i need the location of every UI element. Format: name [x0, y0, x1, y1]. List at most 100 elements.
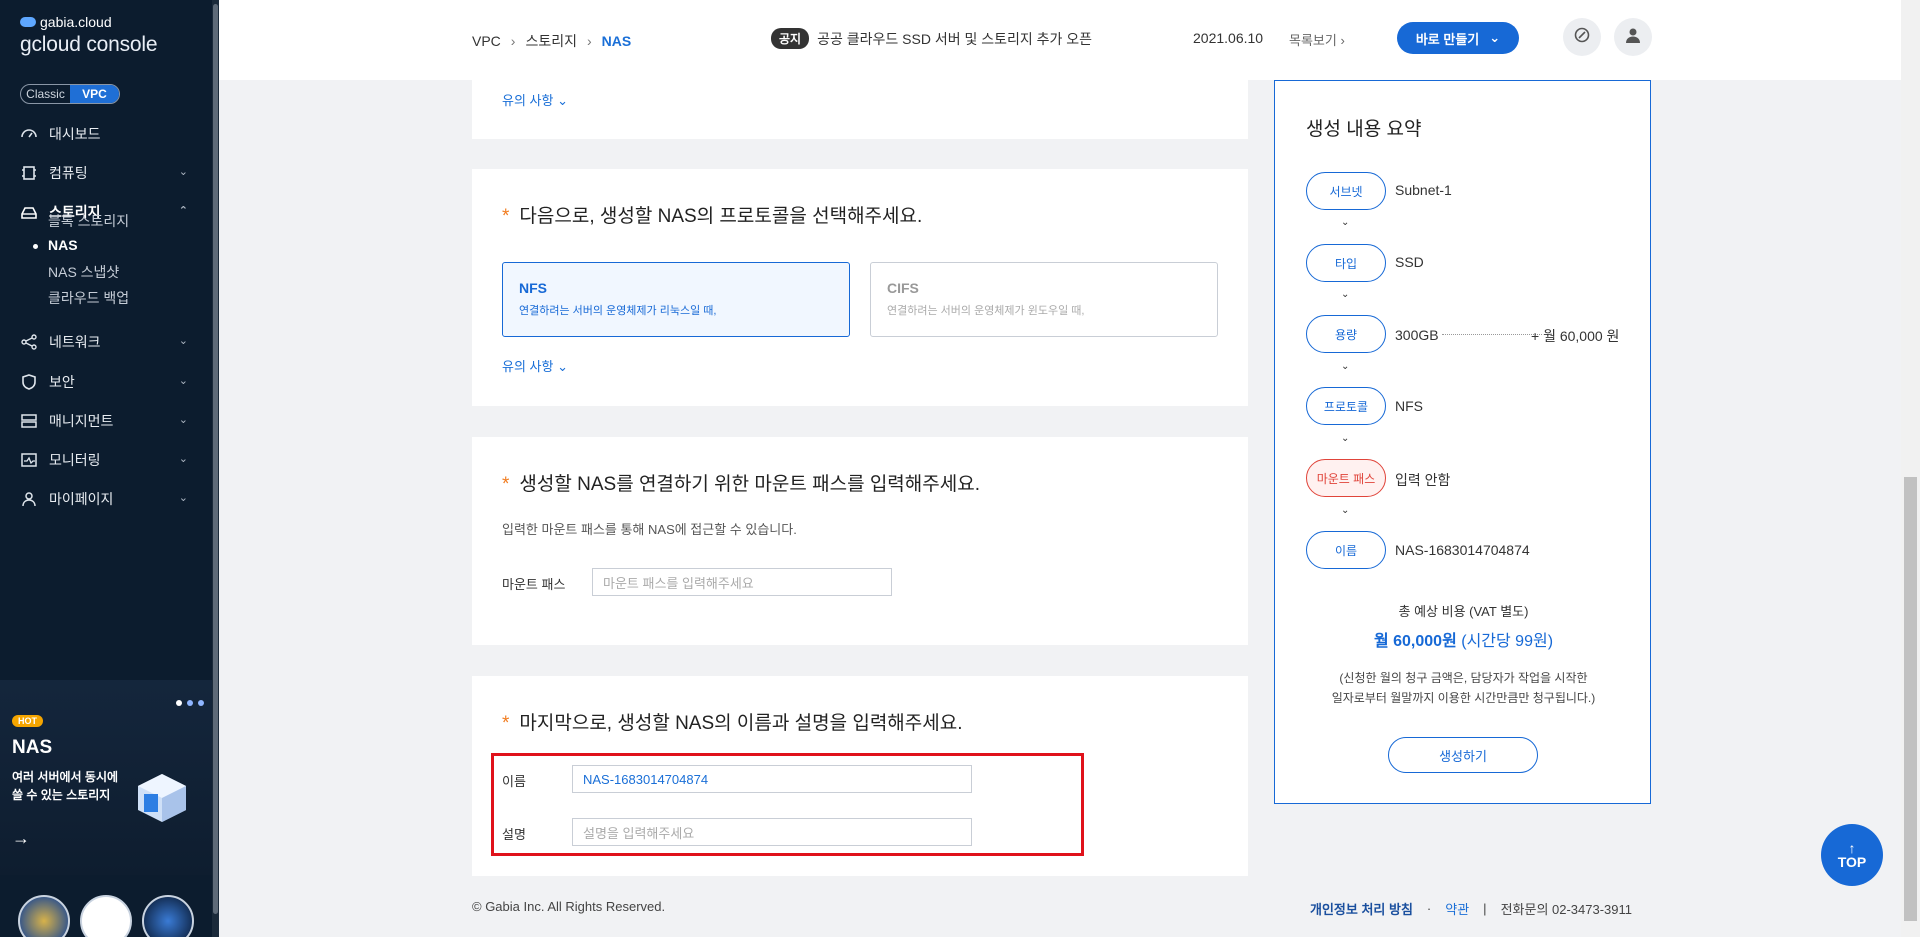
mount-desc: 입력한 마운트 패스를 통해 NAS에 접근할 수 있습니다. [502, 522, 797, 537]
mount-path-card: * 생성할 NAS를 연결하기 위한 마운트 패스를 입력해주세요. 입력한 마운… [472, 437, 1248, 645]
submenu-cloud-backup[interactable]: 클라우드 백업 [48, 288, 129, 308]
breadcrumb: VPC › 스토리지 › NAS [472, 31, 631, 51]
total-hourly: (시간당 99원) [1461, 633, 1554, 650]
previous-section-card: 유의 사항 ⌄ [472, 80, 1248, 139]
protocol-option-cifs[interactable]: CIFS 연결하려는 서버의 운영체제가 윈도우일 때, [870, 262, 1218, 337]
menu-network[interactable]: 네트워크 ⌄ [0, 326, 212, 358]
summary-step-mount-path[interactable]: 마운트 패스 [1306, 459, 1386, 497]
mount-path-label: 마운트 패스 [502, 577, 566, 592]
menu-dashboard[interactable]: 대시보드 [0, 118, 212, 150]
menu-management[interactable]: 매니지먼트 ⌄ [0, 405, 212, 437]
option-desc: 연결하려는 서버의 운영체제가 리눅스일 때, [519, 305, 717, 317]
summary-value-type: SSD [1395, 254, 1424, 270]
menu-label: 컴퓨팅 [49, 165, 88, 181]
chevron-down-icon: ⌄ [178, 453, 188, 465]
notice-tag: 공지 [771, 28, 810, 49]
page-scrollbar[interactable] [1901, 0, 1920, 937]
promo-desc: 여러 서버에서 동시에 쓸 수 있는 스토리지 [12, 770, 119, 802]
scroll-top-button[interactable]: ↑ TOP [1821, 824, 1883, 886]
notes-link[interactable]: 유의 사항 ⌄ [502, 356, 568, 375]
breadcrumb-vpc[interactable]: VPC [472, 33, 501, 49]
cpu-icon [20, 164, 38, 182]
user-icon [1624, 26, 1642, 49]
toggle-vpc[interactable]: VPC [70, 85, 119, 103]
notes-link-label: 유의 사항 [502, 93, 554, 108]
carousel-dots[interactable] [176, 700, 204, 706]
option-title: NFS [519, 280, 547, 296]
arrow-up-icon: ↑ [1848, 840, 1856, 856]
console-title: gcloud console [20, 33, 158, 56]
summary-step-capacity[interactable]: 용량 [1306, 315, 1386, 353]
dashboard-icon [20, 125, 38, 143]
option-title: CIFS [887, 280, 919, 296]
notes-link[interactable]: 유의 사항 ⌄ [502, 90, 568, 109]
summary-panel: 생성 내용 요약 서브넷 Subnet-1 ⌄ 타입 SSD ⌄ 용량 300G… [1274, 80, 1651, 804]
logo[interactable]: gabia.cloud gcloud console [20, 14, 158, 57]
protocol-heading: * 다음으로, 생성할 NAS의 프로토콜을 선택해주세요. [502, 201, 922, 228]
privacy-policy-link[interactable]: 개인정보 처리 방침 [1310, 899, 1413, 918]
chevron-down-icon: ⌄ [1341, 361, 1350, 372]
required-mark: * [502, 474, 510, 495]
toggle-classic[interactable]: Classic [21, 85, 70, 103]
billing-note-line: 일자로부터 월말까지 이용한 시간만큼만 청구됩니다.) [1331, 691, 1596, 705]
menu-label: 매니지먼트 [49, 413, 114, 429]
notice-date: 2021.06.10 [1193, 30, 1264, 46]
chevron-down-icon: ⌄ [1341, 433, 1350, 444]
hot-badge: HOT [12, 715, 43, 727]
summary-step-type[interactable]: 타입 [1306, 244, 1386, 282]
chat-icon [1573, 26, 1591, 49]
create-button[interactable]: 생성하기 [1388, 737, 1538, 773]
menu-security[interactable]: 보안 ⌄ [0, 366, 212, 398]
chevron-down-icon: ⌄ [178, 492, 188, 504]
menu-mypage[interactable]: 마이페이지 ⌄ [0, 483, 212, 515]
profile-button[interactable] [1614, 18, 1652, 56]
required-mark: * [502, 713, 510, 734]
notice-list-label: 목록보기 [1289, 33, 1337, 48]
chevron-down-icon: ⌄ [178, 375, 188, 387]
breadcrumb-separator-icon: › [510, 33, 516, 49]
top-label: TOP [1837, 854, 1867, 870]
mount-title: 생성할 NAS를 연결하기 위한 마운트 패스를 입력해주세요. [519, 474, 980, 495]
notice-text[interactable]: 공공 클라우드 SSD 서버 및 스토리지 추가 오픈 [817, 29, 1092, 49]
protocol-title: 다음으로, 생성할 NAS의 프로토콜을 선택해주세요. [519, 206, 923, 227]
menu-label: 모니터링 [49, 452, 101, 468]
total-cost-label: 총 예상 비용 (VAT 별도) [1398, 604, 1529, 619]
menu-computing[interactable]: 컴퓨팅 ⌄ [0, 157, 212, 189]
cloud-logo-icon [20, 17, 36, 27]
breadcrumb-storage[interactable]: 스토리지 [525, 31, 577, 51]
mount-heading: * 생성할 NAS를 연결하기 위한 마운트 패스를 입력해주세요. [502, 469, 980, 496]
terms-link[interactable]: 약관 [1445, 899, 1469, 918]
chevron-down-icon: ⌄ [178, 414, 188, 426]
summary-value-protocol: NFS [1395, 398, 1423, 414]
summary-step-subnet[interactable]: 서브넷 [1306, 172, 1386, 210]
footer-links: 개인정보 처리 방침 · 약관 | 전화문의 02-3473-3911 [1310, 899, 1632, 918]
highlight-box [491, 753, 1084, 856]
option-desc: 연결하려는 서버의 운영체제가 윈도우일 때, [887, 305, 1085, 317]
sidebar-scrollbar[interactable] [212, 0, 219, 937]
submenu-block-storage[interactable]: 블록 스토리지 [48, 211, 129, 231]
submenu-nas-snapshot[interactable]: NAS 스냅샷 [48, 262, 119, 282]
submenu-nas[interactable]: NAS [33, 237, 78, 253]
arrow-right-icon[interactable]: → [12, 828, 30, 849]
protocol-option-nfs[interactable]: NFS 연결하려는 서버의 운영체제가 리눅스일 때, [502, 262, 850, 337]
promo-banner[interactable]: HOT NAS 여러 서버에서 동시에 쓸 수 있는 스토리지 → [0, 680, 212, 875]
total-cost-value: 월 60,000원 (시간당 99원) [1275, 627, 1652, 651]
network-icon [20, 333, 38, 351]
total-monthly: 월 60,000원 [1373, 633, 1457, 650]
mount-path-input[interactable]: 마운트 패스를 입력해주세요 [592, 568, 892, 596]
name-heading: * 마지막으로, 생성할 NAS의 이름과 설명을 입력해주세요. [502, 708, 963, 735]
chat-button[interactable] [1563, 18, 1601, 56]
summary-step-name[interactable]: 이름 [1306, 531, 1386, 569]
billing-note: (신청한 월의 청구 금액은, 담당자가 작업을 시작한 일자로부터 월말까지 … [1275, 668, 1652, 708]
notice-banner[interactable]: 공지 공공 클라우드 SSD 서버 및 스토리지 추가 오픈 [771, 28, 1092, 49]
notice-list-link[interactable]: 목록보기 › [1289, 30, 1345, 49]
summary-step-protocol[interactable]: 프로토콜 [1306, 387, 1386, 425]
quick-create-button[interactable]: 바로 만들기 ⌄ [1397, 22, 1519, 54]
menu-monitoring[interactable]: 모니터링 ⌄ [0, 444, 212, 476]
summary-value-name: NAS-1683014704874 [1395, 542, 1530, 558]
required-mark: * [502, 206, 510, 227]
summary-title: 생성 내용 요약 [1306, 119, 1422, 140]
classic-vpc-toggle[interactable]: Classic VPC [20, 84, 120, 104]
contact-phone: 전화문의 02-3473-3911 [1500, 902, 1633, 917]
monitoring-icon [20, 451, 38, 469]
